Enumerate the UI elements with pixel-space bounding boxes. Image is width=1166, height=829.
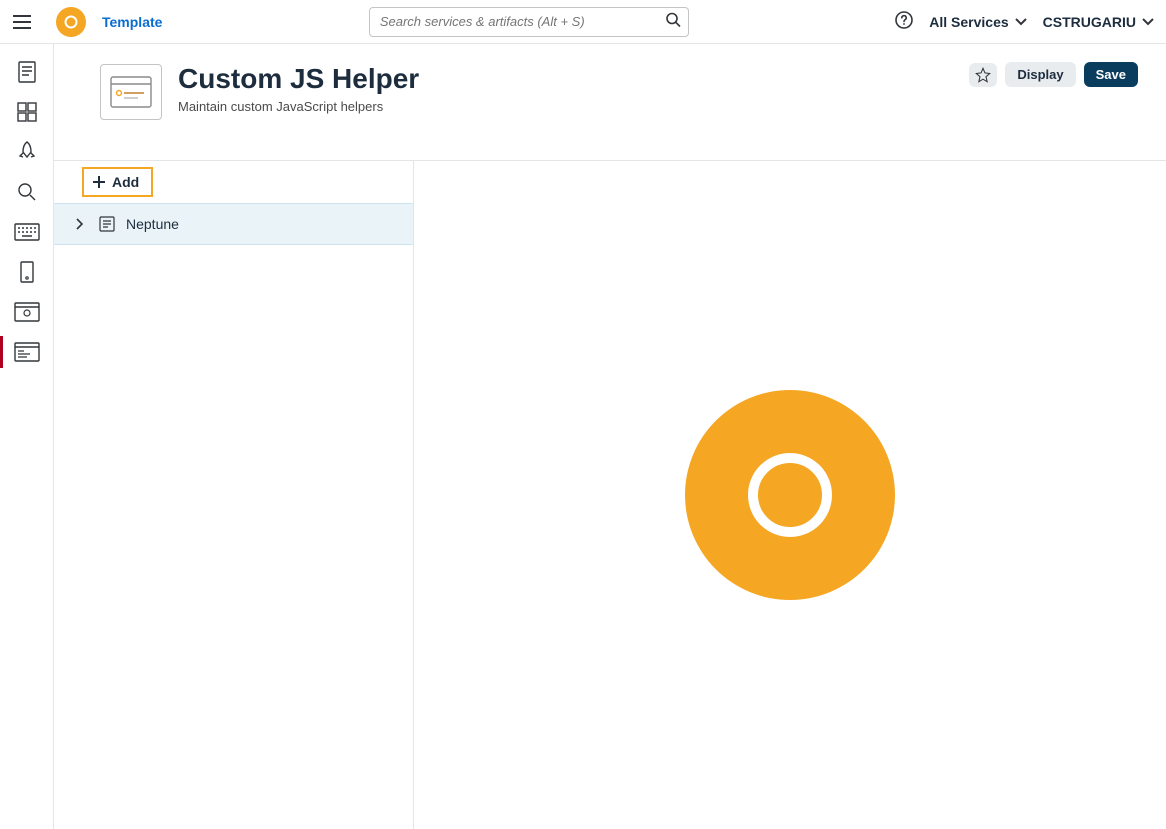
chevron-down-icon xyxy=(1015,18,1027,26)
brand-name[interactable]: Template xyxy=(102,14,162,30)
all-services-dropdown[interactable]: All Services xyxy=(929,14,1026,30)
keyboard-icon xyxy=(14,223,40,241)
add-label: Add xyxy=(112,174,139,190)
chevron-right-icon xyxy=(72,218,88,230)
page-header: Custom JS Helper Maintain custom JavaScr… xyxy=(54,44,1166,161)
help-icon[interactable] xyxy=(895,11,913,32)
menu-toggle[interactable] xyxy=(0,15,44,29)
rail-item-keyboard[interactable] xyxy=(8,216,46,248)
rail-item-document[interactable] xyxy=(8,56,46,88)
detail-canvas xyxy=(414,161,1166,829)
rocket-icon xyxy=(16,140,38,164)
rail-item-mobile[interactable] xyxy=(8,256,46,288)
page-icon xyxy=(100,64,162,120)
all-services-label: All Services xyxy=(929,14,1008,30)
chevron-down-icon xyxy=(1142,18,1154,26)
plus-icon xyxy=(92,175,106,189)
rail-item-window[interactable] xyxy=(8,296,46,328)
brand-ring-icon xyxy=(748,453,832,537)
tree-sidebar: Add Neptune xyxy=(54,161,414,829)
rail-item-search[interactable] xyxy=(8,176,46,208)
magnifier-icon xyxy=(16,181,38,203)
star-icon xyxy=(975,67,991,83)
user-label: CSTRUGARIU xyxy=(1043,14,1136,30)
tree-item-neptune[interactable]: Neptune xyxy=(54,203,413,245)
brand-logo xyxy=(56,7,86,37)
window-lines-icon xyxy=(14,342,40,362)
window-icon xyxy=(14,302,40,322)
tree-item-label: Neptune xyxy=(126,216,179,232)
document-icon xyxy=(16,60,38,84)
hamburger-icon xyxy=(13,15,31,29)
search-input[interactable] xyxy=(369,7,689,37)
search-icon[interactable] xyxy=(665,11,681,32)
user-dropdown[interactable]: CSTRUGARIU xyxy=(1043,14,1154,30)
save-button[interactable]: Save xyxy=(1084,62,1138,87)
favorite-button[interactable] xyxy=(969,63,997,87)
brand-ring-icon xyxy=(63,14,79,30)
code-icon xyxy=(98,216,116,232)
rail-item-grid[interactable] xyxy=(8,96,46,128)
page-title: Custom JS Helper xyxy=(178,64,419,95)
window-preview-icon xyxy=(109,75,153,109)
brand-logo-large xyxy=(685,390,895,600)
add-button[interactable]: Add xyxy=(82,167,153,197)
mobile-icon xyxy=(19,260,35,284)
grid-icon xyxy=(16,101,38,123)
rail-item-rocket[interactable] xyxy=(8,136,46,168)
display-button[interactable]: Display xyxy=(1005,62,1075,87)
rail-item-custom-js[interactable] xyxy=(8,336,46,368)
page-subtitle: Maintain custom JavaScript helpers xyxy=(178,99,419,114)
